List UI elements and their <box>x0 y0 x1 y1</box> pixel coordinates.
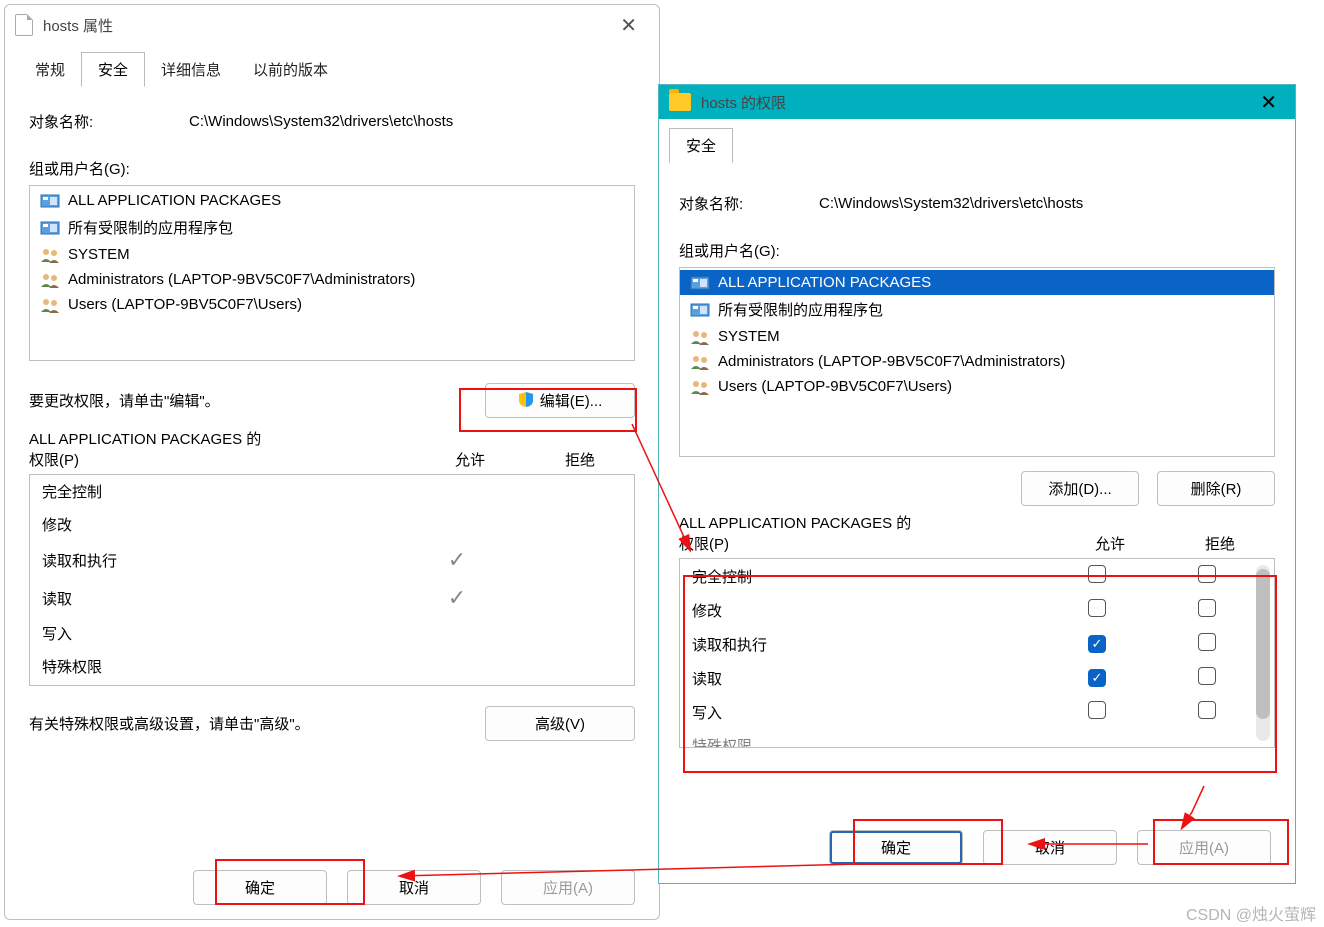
allow-checkbox[interactable]: ✓ <box>1088 669 1106 687</box>
users-icon <box>690 354 710 370</box>
allow-checkbox[interactable] <box>1088 565 1106 583</box>
tab-details[interactable]: 详细信息 <box>145 53 237 86</box>
package-icon <box>690 275 710 291</box>
check-icon: ✓ <box>402 547 512 573</box>
deny-checkbox[interactable] <box>1198 565 1216 583</box>
dialog-footer: 确定 取消 应用(A) <box>829 830 1271 865</box>
permissions-table: 完全控制 修改 读取和执行✓ 读取✓ 写入 特殊权限 <box>29 474 635 686</box>
tab-general[interactable]: 常规 <box>19 53 81 86</box>
shield-icon <box>518 391 534 411</box>
list-item[interactable]: SYSTEM <box>680 324 1274 349</box>
deny-checkbox[interactable] <box>1198 633 1216 651</box>
perm-allow-col: 允许 <box>415 449 525 470</box>
package-icon <box>40 193 60 209</box>
tab-security[interactable]: 安全 <box>669 128 733 163</box>
perm-label-col: 权限(P) <box>29 449 415 470</box>
table-row: 读取✓ <box>30 579 634 617</box>
groups-listbox[interactable]: ALL APPLICATION PACKAGES 所有受限制的应用程序包 SYS… <box>679 267 1275 457</box>
table-row: 读取和执行✓ <box>680 627 1274 661</box>
properties-dialog: hosts 属性 ✕ 常规 安全 详细信息 以前的版本 对象名称: C:\Win… <box>4 4 660 920</box>
table-row: 读取和执行✓ <box>30 541 634 579</box>
table-row: 特殊权限 <box>680 729 1274 748</box>
tab-security[interactable]: 安全 <box>81 52 145 87</box>
scrollbar[interactable] <box>1256 565 1270 741</box>
users-icon <box>40 297 60 313</box>
cancel-button[interactable]: 取消 <box>347 870 481 905</box>
permissions-table: 完全控制 修改 读取和执行✓ 读取✓ 写入 特殊权限 <box>679 558 1275 748</box>
list-item[interactable]: ALL APPLICATION PACKAGES <box>30 188 634 213</box>
table-row: 完全控制 <box>680 559 1274 593</box>
groups-label: 组或用户名(G): <box>29 158 635 179</box>
close-icon[interactable]: ✕ <box>1248 86 1289 119</box>
titlebar: hosts 属性 ✕ <box>5 5 659 45</box>
advanced-hint: 有关特殊权限或高级设置，请单击"高级"。 <box>29 713 485 734</box>
table-row: 写入 <box>680 695 1274 729</box>
advanced-button[interactable]: 高级(V) <box>485 706 635 741</box>
groups-label: 组或用户名(G): <box>679 240 1275 261</box>
deny-checkbox[interactable] <box>1198 599 1216 617</box>
object-name-value: C:\Windows\System32\drivers\etc\hosts <box>189 113 453 130</box>
perm-deny-col: 拒绝 <box>525 449 635 470</box>
add-button[interactable]: 添加(D)... <box>1021 471 1139 506</box>
edit-hint: 要更改权限，请单击"编辑"。 <box>29 390 485 411</box>
file-icon <box>15 14 33 36</box>
deny-checkbox[interactable] <box>1198 701 1216 719</box>
window-title: hosts 的权限 <box>701 92 1248 113</box>
object-name-label: 对象名称: <box>29 111 189 132</box>
dialog-footer: 确定 取消 应用(A) <box>193 870 635 905</box>
watermark: CSDN @烛火萤辉 <box>1186 901 1316 925</box>
groups-listbox[interactable]: ALL APPLICATION PACKAGES 所有受限制的应用程序包 SYS… <box>29 185 635 361</box>
apply-button[interactable]: 应用(A) <box>501 870 635 905</box>
perm-title: ALL APPLICATION PACKAGES 的 <box>29 428 635 449</box>
remove-button[interactable]: 删除(R) <box>1157 471 1275 506</box>
tab-bar: 安全 <box>659 127 1295 163</box>
table-row: 写入 <box>30 617 634 650</box>
list-item[interactable]: 所有受限制的应用程序包 <box>30 213 634 242</box>
table-row: 特殊权限 <box>30 650 634 683</box>
tab-previous[interactable]: 以前的版本 <box>237 53 344 86</box>
list-item[interactable]: SYSTEM <box>30 242 634 267</box>
list-item[interactable]: Users (LAPTOP-9BV5C0F7\Users) <box>680 374 1274 399</box>
ok-button[interactable]: 确定 <box>829 830 963 865</box>
object-name-label: 对象名称: <box>679 193 819 214</box>
package-icon <box>690 302 710 318</box>
allow-checkbox[interactable] <box>1088 701 1106 719</box>
package-icon <box>40 220 60 236</box>
users-icon <box>690 329 710 345</box>
users-icon <box>690 379 710 395</box>
table-row: 修改 <box>30 508 634 541</box>
perm-label-col: 权限(P) <box>679 533 1055 554</box>
perm-allow-col: 允许 <box>1055 533 1165 554</box>
close-icon[interactable]: ✕ <box>608 9 649 42</box>
window-title: hosts 属性 <box>43 15 608 36</box>
cancel-button[interactable]: 取消 <box>983 830 1117 865</box>
edit-button[interactable]: 编辑(E)... <box>485 383 635 418</box>
perm-deny-col: 拒绝 <box>1165 533 1275 554</box>
perm-title: ALL APPLICATION PACKAGES 的 <box>679 512 1275 533</box>
allow-checkbox[interactable]: ✓ <box>1088 635 1106 653</box>
permissions-dialog: hosts 的权限 ✕ 安全 对象名称: C:\Windows\System32… <box>658 84 1296 884</box>
ok-button[interactable]: 确定 <box>193 870 327 905</box>
allow-checkbox[interactable] <box>1088 599 1106 617</box>
list-item[interactable]: Administrators (LAPTOP-9BV5C0F7\Administ… <box>680 349 1274 374</box>
users-icon <box>40 272 60 288</box>
folder-icon <box>669 93 691 111</box>
table-row: 读取✓ <box>680 661 1274 695</box>
list-item[interactable]: ALL APPLICATION PACKAGES <box>680 270 1274 295</box>
list-item[interactable]: Administrators (LAPTOP-9BV5C0F7\Administ… <box>30 267 634 292</box>
users-icon <box>40 247 60 263</box>
deny-checkbox[interactable] <box>1198 667 1216 685</box>
list-item[interactable]: 所有受限制的应用程序包 <box>680 295 1274 324</box>
table-row: 修改 <box>680 593 1274 627</box>
list-item[interactable]: Users (LAPTOP-9BV5C0F7\Users) <box>30 292 634 317</box>
table-row: 完全控制 <box>30 475 634 508</box>
check-icon: ✓ <box>402 585 512 611</box>
object-name-value: C:\Windows\System32\drivers\etc\hosts <box>819 195 1083 212</box>
apply-button[interactable]: 应用(A) <box>1137 830 1271 865</box>
titlebar: hosts 的权限 ✕ <box>659 85 1295 119</box>
tab-bar: 常规 安全 详细信息 以前的版本 <box>5 51 659 87</box>
